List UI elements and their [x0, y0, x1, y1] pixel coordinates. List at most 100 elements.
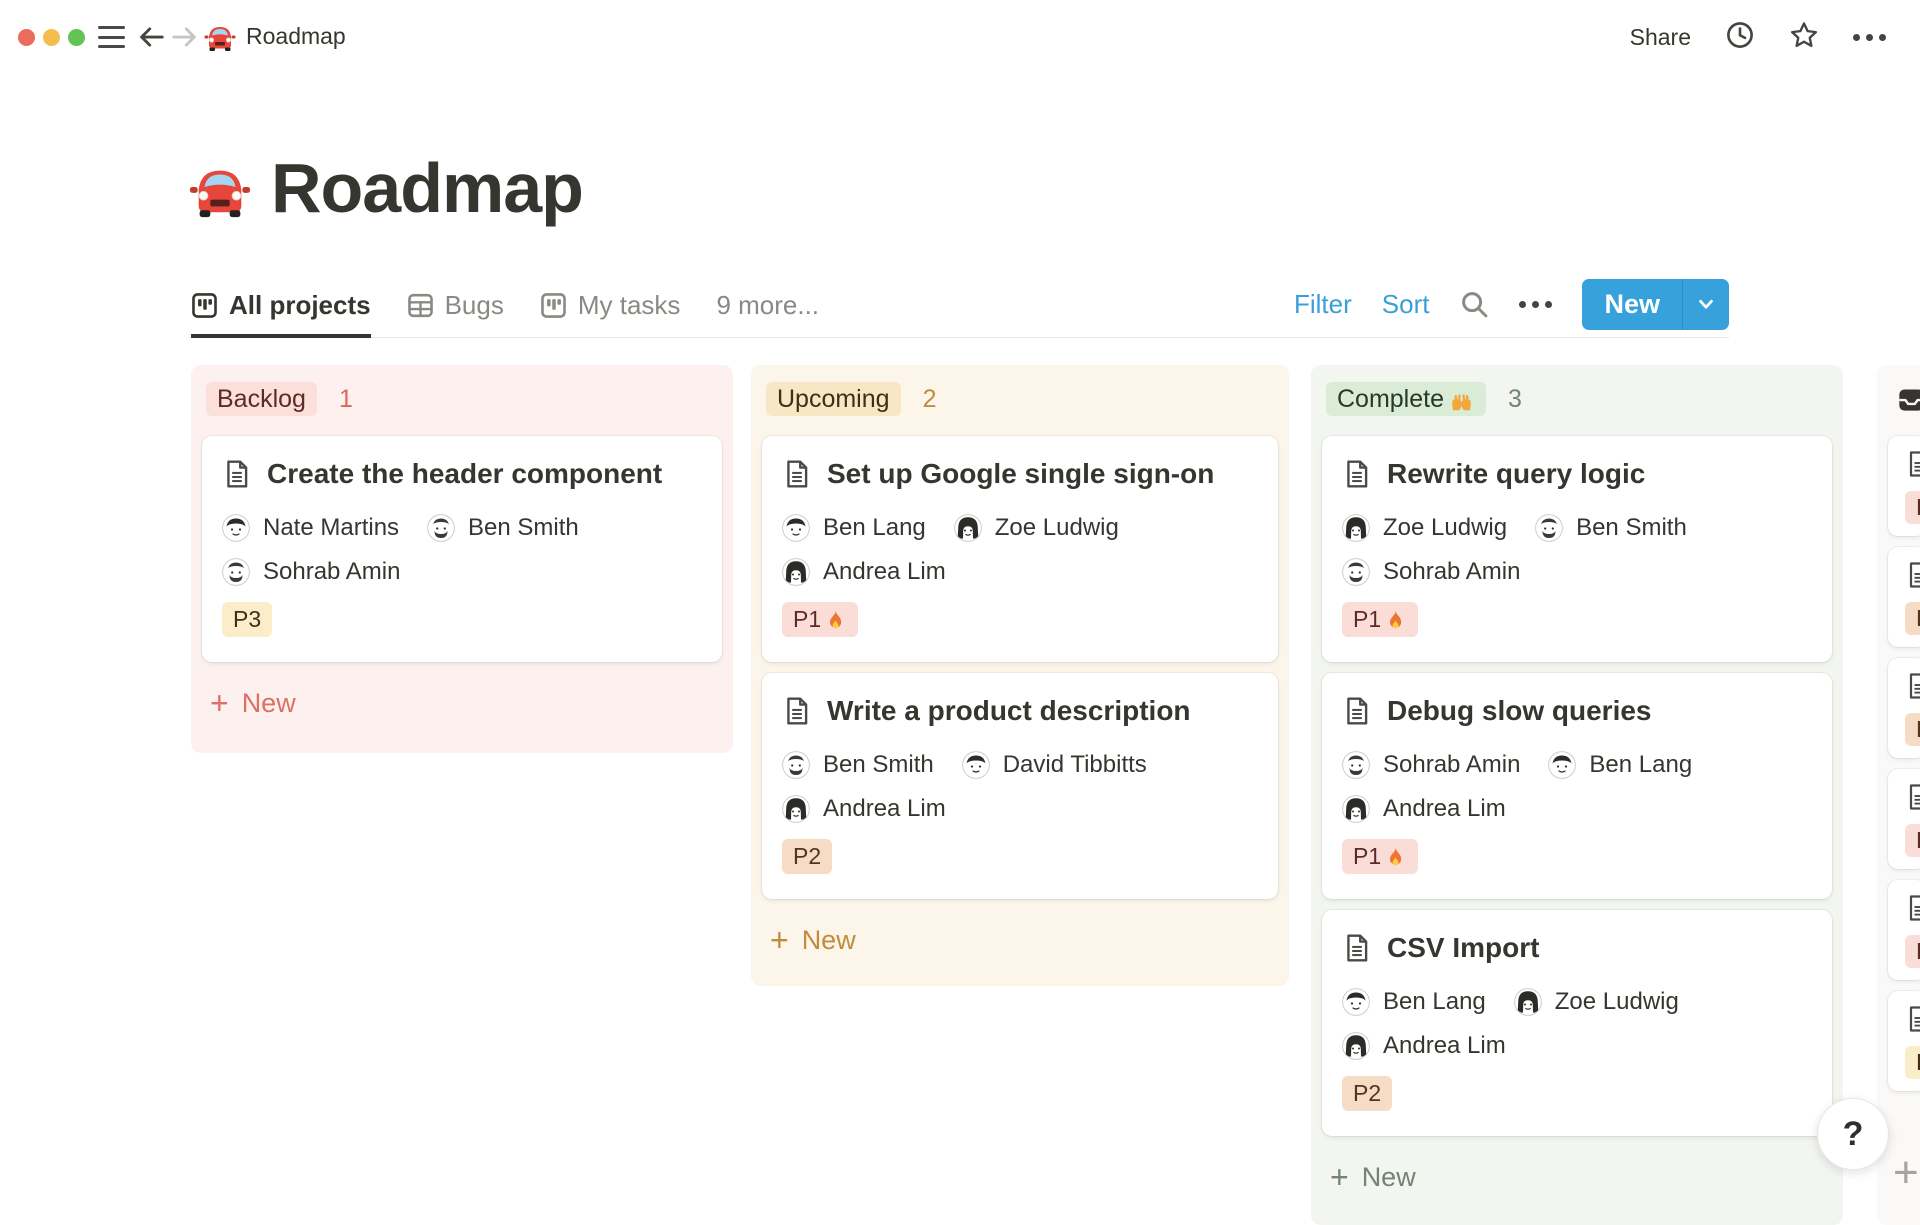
view-options-icon[interactable] [1519, 300, 1553, 308]
sidebar-toggle-icon[interactable] [98, 26, 125, 48]
page-icon [1905, 450, 1920, 478]
plus-icon: + [1330, 1159, 1349, 1195]
assignee: Zoe Ludwig [1514, 988, 1679, 1016]
page-title-text[interactable]: Roadmap [271, 148, 584, 228]
assignee: Andrea Lim [782, 558, 946, 586]
page-icon [782, 459, 812, 489]
card-create-the-header-component[interactable]: Create the header component Nate Martins… [202, 436, 722, 662]
maximize-window-button[interactable] [68, 29, 85, 46]
car-icon [204, 20, 236, 52]
card-csv-import[interactable]: CSV Import Ben Lang Zoe Ludwig Andrea Li… [1322, 910, 1832, 1136]
page-icon [1342, 696, 1372, 726]
priority-badge: P1 [1342, 602, 1419, 637]
tab-all-projects[interactable]: All projects [191, 276, 371, 338]
card-partial[interactable]: P [1888, 658, 1920, 758]
add-card-button[interactable]: + New [202, 687, 722, 719]
assignee: Sohrab Amin [1342, 751, 1520, 779]
minimize-window-button[interactable] [43, 29, 60, 46]
avatar [962, 751, 990, 779]
share-button[interactable]: Share [1630, 24, 1691, 51]
page-icon [1905, 1005, 1920, 1033]
add-card-button[interactable]: + New [762, 924, 1278, 956]
priority-badge: P3 [222, 602, 273, 637]
add-card-button[interactable]: + New [1322, 1161, 1832, 1193]
priority-badge: P2 [1342, 1076, 1393, 1111]
plus-icon: + [210, 685, 229, 721]
avatar [1342, 514, 1370, 542]
updates-clock-icon[interactable] [1725, 20, 1755, 55]
avatar [782, 795, 810, 823]
add-card-plus-icon[interactable]: + [1893, 1148, 1919, 1198]
forward-icon[interactable] [170, 22, 200, 52]
more-options-icon[interactable] [1853, 34, 1886, 41]
avatar [782, 751, 810, 779]
card-partial[interactable]: P [1888, 436, 1920, 536]
favorite-star-icon[interactable] [1789, 20, 1819, 55]
card-debug-slow-queries[interactable]: Debug slow queries Sohrab Amin Ben Lang [1322, 673, 1832, 899]
page-icon [1342, 459, 1372, 489]
card-rewrite-query-logic[interactable]: Rewrite query logic Zoe Ludwig Ben Smith [1322, 436, 1832, 662]
card-write-a-product-description[interactable]: Write a product description Ben Smith Da… [762, 673, 1278, 899]
group-badge: Upcoming [766, 382, 901, 416]
assignee: Ben Lang [782, 514, 926, 542]
page-icon [1905, 672, 1920, 700]
column-header[interactable]: Backlog 1 [206, 381, 722, 417]
column-header[interactable]: Complete 3 [1326, 381, 1832, 417]
car-icon[interactable] [189, 157, 251, 219]
card-partial[interactable]: P [1888, 880, 1920, 980]
assignee: Ben Smith [782, 751, 934, 779]
column-header[interactable] [1896, 381, 1920, 417]
card-partial[interactable]: P [1888, 991, 1920, 1091]
chevron-down-icon[interactable] [1682, 278, 1729, 330]
assignee: Nate Martins [222, 514, 399, 542]
raised-hands-icon [1448, 386, 1475, 413]
tab-more-views[interactable]: 9 more... [716, 276, 819, 338]
card-set-up-google-single-sign-on[interactable]: Set up Google single sign-on Ben Lang Zo… [762, 436, 1278, 662]
page-icon [1342, 933, 1372, 963]
assignee: Zoe Ludwig [1342, 514, 1507, 542]
page-title: Roadmap [189, 148, 584, 228]
tab-bugs[interactable]: Bugs [407, 276, 504, 338]
board-view-icon [191, 292, 218, 319]
breadcrumb[interactable]: Roadmap [204, 20, 346, 52]
avatar [782, 514, 810, 542]
inbox-icon [1896, 384, 1920, 415]
avatar [1514, 988, 1542, 1016]
back-icon[interactable] [136, 22, 166, 52]
card-partial[interactable]: P [1888, 769, 1920, 869]
avatar [222, 558, 250, 586]
card-count: 1 [338, 384, 353, 413]
assignee: Ben Lang [1342, 988, 1486, 1016]
priority-badge: P [1905, 824, 1920, 857]
plus-icon: + [770, 922, 789, 958]
avatar [954, 514, 982, 542]
fire-icon [1383, 608, 1407, 632]
card-count: 3 [1508, 384, 1522, 413]
priority-badge: P [1905, 1046, 1920, 1079]
avatar [1342, 558, 1370, 586]
assignee: Zoe Ludwig [954, 514, 1119, 542]
tab-my-tasks[interactable]: My tasks [540, 276, 680, 338]
assignee: Ben Lang [1548, 751, 1692, 779]
priority-badge: P [1905, 491, 1920, 524]
help-button[interactable]: ? [1817, 1098, 1889, 1170]
sort-button[interactable]: Sort [1382, 289, 1430, 320]
group-badge: Backlog [206, 382, 317, 416]
assignee: Andrea Lim [1342, 1032, 1506, 1060]
avatar [782, 558, 810, 586]
column-header[interactable]: Upcoming 2 [766, 381, 1278, 417]
avatar [1342, 1032, 1370, 1060]
page-icon [782, 696, 812, 726]
avatar [1342, 988, 1370, 1016]
filter-button[interactable]: Filter [1294, 289, 1352, 320]
close-window-button[interactable] [18, 29, 35, 46]
new-button[interactable]: New [1582, 278, 1729, 330]
card-partial[interactable]: P [1888, 547, 1920, 647]
assignee: David Tibbitts [962, 751, 1147, 779]
search-icon[interactable] [1459, 289, 1489, 319]
assignee: Andrea Lim [782, 795, 946, 823]
window-titlebar: Roadmap Share [0, 0, 1920, 75]
group-badge: Complete [1326, 382, 1486, 416]
column-partial: P P P P P P [1877, 365, 1920, 1225]
avatar [1342, 751, 1370, 779]
